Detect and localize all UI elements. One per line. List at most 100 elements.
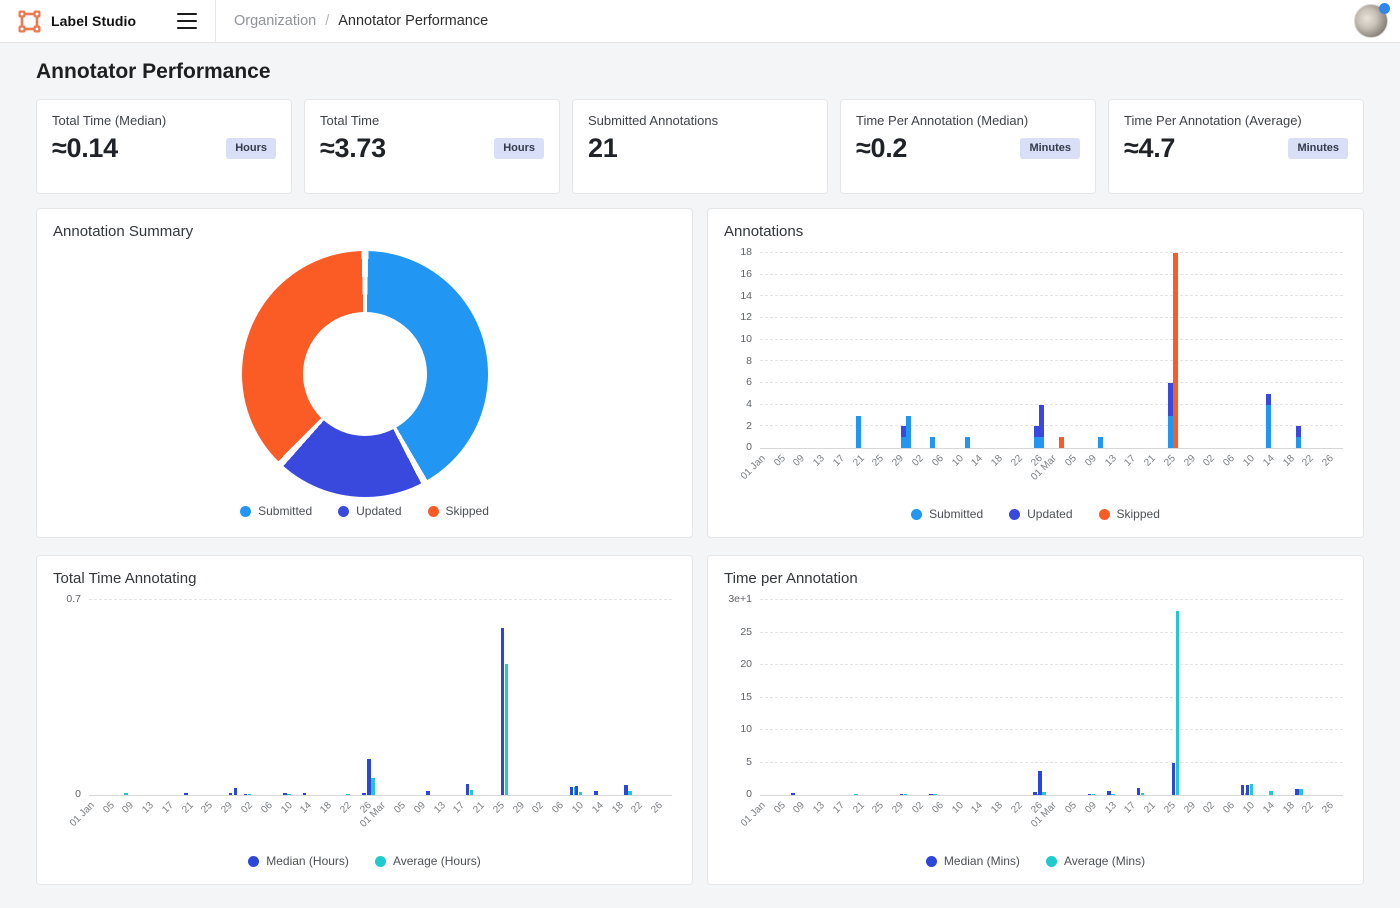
bar-submitted xyxy=(856,416,861,448)
y-tick-label: 0 xyxy=(75,788,81,802)
stat-unit-badge: Minutes xyxy=(1288,138,1348,158)
legend-item[interactable]: Average (Mins) xyxy=(1046,854,1145,868)
brand[interactable]: Label Studio xyxy=(18,10,136,33)
main-content: Annotator Performance Total Time (Median… xyxy=(0,60,1400,885)
gridline xyxy=(760,425,1343,426)
legend-item[interactable]: Average (Hours) xyxy=(375,854,481,868)
legend-dot-icon xyxy=(911,509,922,520)
menu-hamburger-icon[interactable] xyxy=(177,13,197,29)
bar-median xyxy=(1137,788,1141,795)
bar-average xyxy=(287,794,291,795)
y-tick-label: 12 xyxy=(740,311,752,325)
bar-median xyxy=(426,791,430,795)
gridline xyxy=(760,382,1343,383)
bar-average xyxy=(1111,794,1115,795)
y-tick-label: 5 xyxy=(746,756,752,770)
label-studio-logo-icon xyxy=(18,10,41,33)
bar-submitted xyxy=(1098,437,1103,448)
legend-item[interactable]: Updated xyxy=(338,504,401,518)
legend-item[interactable]: Median (Hours) xyxy=(248,854,349,868)
gridline xyxy=(760,274,1343,275)
stat-card-time-per-annotation-average: Time Per Annotation (Average) ≈4.7 Minut… xyxy=(1108,99,1364,194)
y-tick-label: 0 xyxy=(746,441,752,455)
breadcrumb-organization[interactable]: Organization xyxy=(234,13,316,29)
stat-card-total-time: Total Time ≈3.73 Hours xyxy=(304,99,560,194)
legend-label: Skipped xyxy=(446,504,489,518)
stat-unit-badge: Minutes xyxy=(1020,138,1080,158)
legend-item[interactable]: Submitted xyxy=(911,507,983,521)
total-time-annotating-card: Total Time Annotating 0.70 01 Jan0509131… xyxy=(36,555,693,885)
annotation-summary-donut-chart xyxy=(242,251,488,497)
gridline xyxy=(760,317,1343,318)
bar-median xyxy=(234,788,238,795)
charts-grid: Annotation Summary SubmittedUpdatedSkipp… xyxy=(36,208,1364,885)
x-axis: 01 Jan050913172125290206101418222601 Mar… xyxy=(760,449,1343,499)
bar-average xyxy=(933,794,937,795)
bar-median xyxy=(594,791,598,795)
legend-label: Updated xyxy=(356,504,401,518)
legend-item[interactable]: Updated xyxy=(1009,507,1072,521)
bar-average xyxy=(346,794,350,795)
bar-average xyxy=(1042,792,1046,795)
legend-label: Submitted xyxy=(929,507,983,521)
stat-label: Time Per Annotation (Average) xyxy=(1124,113,1348,128)
annotation-summary-card: Annotation Summary SubmittedUpdatedSkipp… xyxy=(36,208,693,538)
bar-median xyxy=(791,793,795,795)
breadcrumb: Organization / Annotator Performance xyxy=(216,13,488,29)
legend-item[interactable]: Submitted xyxy=(240,504,312,518)
gridline xyxy=(760,697,1343,698)
brand-zone: Label Studio xyxy=(0,0,216,42)
annotations-card: Annotations 024681012141618 01 Jan050913… xyxy=(707,208,1364,538)
bar-average xyxy=(1299,789,1303,795)
bar-median xyxy=(1033,792,1037,795)
legend-item[interactable]: Skipped xyxy=(1099,507,1160,521)
bar-updated xyxy=(1296,426,1301,437)
stat-unit-badge: Hours xyxy=(226,138,276,158)
legend-label: Updated xyxy=(1027,507,1072,521)
total-time-annotating-bar-chart: 0.70 xyxy=(89,600,672,796)
bar-submitted xyxy=(906,416,911,448)
stat-value: ≈0.2 xyxy=(856,133,907,164)
legend-item[interactable]: Median (Mins) xyxy=(926,854,1020,868)
stat-card-submitted-annotations: Submitted Annotations 21 xyxy=(572,99,828,194)
legend-item[interactable]: Skipped xyxy=(428,504,489,518)
bar-average xyxy=(1141,793,1145,795)
gridline xyxy=(760,664,1343,665)
legend-dot-icon xyxy=(428,506,439,517)
bar-submitted xyxy=(965,437,970,448)
notification-dot xyxy=(1379,3,1390,14)
donut-legend: Submitted Updated Skipped xyxy=(53,504,676,518)
legend-dot-icon xyxy=(926,856,937,867)
bar-average xyxy=(371,778,375,795)
bar-average xyxy=(505,664,509,795)
bar-updated xyxy=(1266,394,1271,405)
legend-label: Median (Mins) xyxy=(944,854,1020,868)
chart-title: Total Time Annotating xyxy=(53,570,676,587)
gridline xyxy=(760,599,1343,600)
gridline xyxy=(760,404,1343,405)
bar-median xyxy=(1241,785,1245,795)
stat-value: ≈0.14 xyxy=(52,133,118,164)
bar-skipped xyxy=(1173,253,1178,448)
bar-median xyxy=(1038,771,1042,795)
bar-average xyxy=(628,791,632,795)
bar-average xyxy=(248,794,252,795)
user-avatar[interactable] xyxy=(1354,4,1388,38)
legend-label: Skipped xyxy=(1117,507,1160,521)
legend-label: Average (Mins) xyxy=(1064,854,1145,868)
legend-label: Average (Hours) xyxy=(393,854,481,868)
chart-title: Time per Annotation xyxy=(724,570,1347,587)
bar-submitted xyxy=(930,437,935,448)
stat-value: ≈3.73 xyxy=(320,133,386,164)
bar-average xyxy=(1269,791,1273,795)
bar-submitted xyxy=(1296,437,1301,448)
legend-label: Median (Hours) xyxy=(266,854,349,868)
time-per-annotation-card: Time per Annotation 3e+12520151050 01 Ja… xyxy=(707,555,1364,885)
bar-average xyxy=(124,793,128,795)
y-tick-label: 8 xyxy=(746,355,752,369)
stat-value: ≈4.7 xyxy=(1124,133,1175,164)
y-tick-label: 0 xyxy=(746,788,752,802)
stat-label: Submitted Annotations xyxy=(588,113,812,128)
bar-average xyxy=(579,792,583,795)
gridline xyxy=(89,599,672,600)
